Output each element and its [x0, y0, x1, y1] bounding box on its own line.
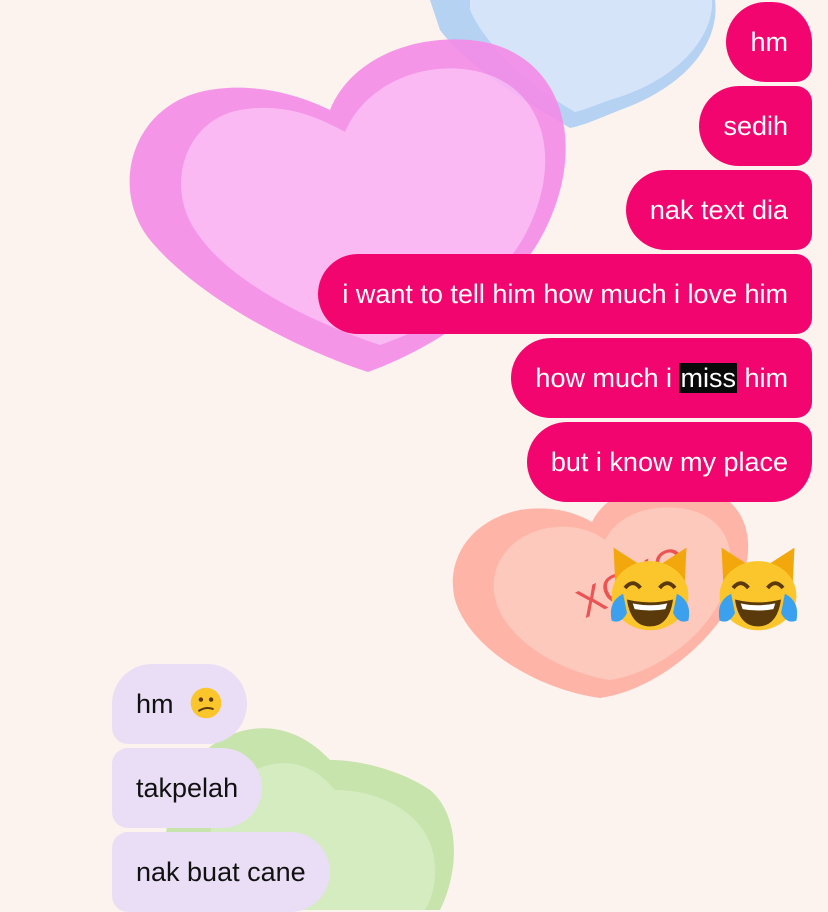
sent-message[interactable]: but i know my place: [526, 422, 812, 502]
sent-emoji-message[interactable]: [602, 540, 806, 636]
sent-message[interactable]: sedih: [699, 86, 812, 166]
message-text: takpelah: [136, 773, 239, 803]
received-message[interactable]: takpelah: [112, 748, 263, 828]
confused-face-icon: [190, 687, 222, 719]
message-text-before: how much i: [535, 363, 680, 393]
message-text: sedih: [723, 111, 788, 141]
message-text: hm: [750, 27, 788, 57]
sent-message[interactable]: how much i miss him: [511, 338, 812, 418]
cat-tears-of-joy-icon: [718, 547, 798, 631]
message-text: i want to tell him how much i love him: [342, 279, 788, 309]
received-message[interactable]: nak buat cane: [112, 832, 330, 912]
sent-message[interactable]: i want to tell him how much i love him: [318, 254, 812, 334]
received-message[interactable]: hm: [112, 664, 248, 744]
message-text: hm: [136, 689, 174, 719]
sent-message[interactable]: hm: [726, 2, 812, 82]
cat-tears-of-joy-icon: [610, 547, 690, 631]
message-text: nak buat cane: [136, 857, 306, 887]
sent-message[interactable]: nak text dia: [625, 170, 812, 250]
highlighted-word[interactable]: miss: [679, 363, 737, 393]
message-text: nak text dia: [649, 195, 788, 225]
message-text: but i know my place: [550, 447, 788, 477]
message-text-after: him: [736, 363, 788, 393]
